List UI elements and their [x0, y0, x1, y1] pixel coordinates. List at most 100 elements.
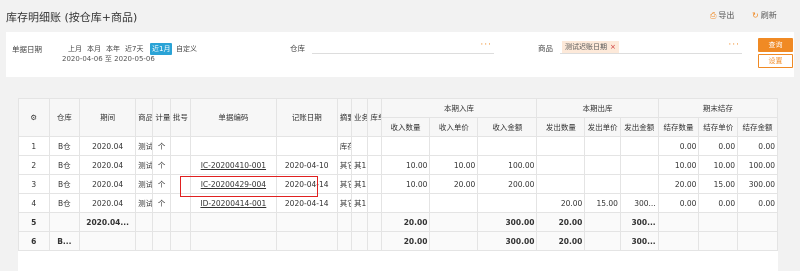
refresh-button[interactable]: ↻ 刷新	[752, 10, 777, 21]
remove-tag-icon[interactable]: ×	[610, 43, 616, 51]
quick-date-last-month[interactable]: 上月	[68, 44, 82, 54]
refresh-label: 刷新	[760, 11, 777, 20]
cell-in-qty: 10.00	[380, 155, 431, 175]
top-bar: 库存明细账 (按仓库+商品) ⎙ 导出 ↻ 刷新	[0, 0, 800, 30]
cell-warehouse: B仓	[48, 193, 81, 213]
cell-bal-amount: 100.00	[737, 155, 778, 175]
cell-warehouse: B仓	[48, 136, 81, 156]
total-row[interactable]: 6 B... 20.00 300.00 20.00 300...	[18, 231, 778, 251]
cell-product: 测试	[135, 136, 154, 156]
col-header-unit-price: 库单价	[367, 98, 382, 137]
cell-product: 测试	[135, 193, 154, 213]
row-number: 1	[18, 136, 50, 156]
cell-bal-amount: 0.00	[737, 193, 778, 213]
quick-date-7days[interactable]: 近7天	[125, 44, 143, 54]
subtotal-row[interactable]: 5 2020.04... 20.00 300.00 20.00 300...	[18, 212, 778, 232]
product-label: 商品	[538, 44, 553, 53]
cell-biz-type	[351, 136, 369, 156]
export-label: 导出	[718, 11, 735, 20]
cell-period: 2020.04	[79, 155, 137, 175]
cell-unit: 个	[152, 155, 171, 175]
product-tag[interactable]: 测试迟账日期 ×	[562, 41, 619, 53]
cell-unit-price	[367, 193, 382, 213]
settings-column-header[interactable]: ⚙	[18, 98, 50, 137]
cell-in-qty	[380, 193, 431, 213]
cell-out-amount: 300...	[619, 193, 659, 213]
product-more-icon[interactable]: ···	[728, 40, 740, 50]
row-number: 4	[18, 193, 50, 213]
table-row[interactable]: 1 B仓 2020.04 测试 个 库存 0.00 0.00 0.00	[18, 136, 778, 156]
cell-out-price	[584, 174, 621, 194]
col-header-bal-amount: 结存金额	[737, 117, 778, 137]
refresh-icon: ↻	[752, 11, 759, 20]
cell-out-price	[584, 155, 621, 175]
date-to: 2020-05-06	[114, 55, 155, 63]
row-number: 3	[18, 174, 50, 194]
col-header-batch: 批号	[169, 98, 192, 137]
col-header-product: 商品	[135, 98, 154, 137]
table-row[interactable]: 4 B仓 2020.04 测试 个 ID-20200414-001 2020-0…	[18, 193, 778, 213]
row-number: 5	[18, 212, 50, 232]
table-row[interactable]: 2 B仓 2020.04 测试 个 IC-20200410-001 2020-0…	[18, 155, 778, 175]
col-header-out-qty: 发出数量	[536, 117, 586, 137]
cell-bal-price: 0.00	[698, 193, 739, 213]
col-header-in-qty: 收入数量	[380, 117, 431, 137]
col-header-in-amount: 收入金额	[477, 117, 538, 137]
doc-code-link[interactable]: IC-20200410-001	[190, 155, 277, 175]
cell-out-qty	[536, 155, 586, 175]
cell-out-qty	[536, 174, 586, 194]
group-header-inbound: 本期入库	[380, 98, 538, 118]
quick-date-this-month[interactable]: 本月	[87, 44, 101, 54]
quick-date-custom[interactable]: 自定义	[176, 44, 197, 54]
table-row[interactable]: 3 B仓 2020.04 测试 个 IC-20200429-004 2020-0…	[18, 174, 778, 194]
col-header-bal-price: 结存单价	[698, 117, 739, 137]
cell-unit-price	[367, 136, 382, 156]
cell-bal-amount: 300.00	[737, 174, 778, 194]
cell-unit: 个	[152, 174, 171, 194]
col-header-biz-type: 业务类型	[351, 98, 369, 137]
col-header-in-price: 收入单价	[429, 117, 479, 137]
cell-warehouse: B仓	[48, 155, 81, 175]
export-icon: ⎙	[710, 11, 717, 20]
gear-icon[interactable]: ⚙	[30, 113, 37, 122]
product-field[interactable]: 测试迟账日期 × ···	[560, 40, 742, 54]
filter-panel: 单据日期 上月 本月 本年 近7天 近1月 自定义 2020-04-06 至 2…	[6, 32, 794, 77]
date-from: 2020-04-06	[62, 55, 103, 63]
highlight-box	[180, 176, 318, 197]
col-header-abstract: 摘要	[336, 98, 353, 137]
col-header-out-amount: 发出金额	[619, 117, 659, 137]
row-number: 6	[18, 231, 50, 251]
cell-out-price: 15.00	[584, 193, 621, 213]
cell-in-amount: 100.00	[477, 155, 538, 175]
cell-period: 2020.04	[79, 174, 137, 194]
cell-period	[79, 231, 137, 251]
cell-abstract: 其它	[336, 174, 353, 194]
cell-out-amount: 300...	[619, 212, 659, 232]
cell-bal-amount: 0.00	[737, 136, 778, 156]
cell-doc-code[interactable]	[190, 136, 277, 156]
col-header-unit: 计量单位	[152, 98, 171, 137]
cell-abstract: 库存	[336, 136, 353, 156]
cell-unit-price	[367, 155, 382, 175]
cell-out-qty: 20.00	[536, 212, 586, 232]
cell-period: 2020.04...	[79, 212, 137, 232]
col-header-post-date: 记账日期	[275, 98, 338, 137]
cell-product: 测试	[135, 174, 154, 194]
cell-unit-price	[367, 174, 382, 194]
export-button[interactable]: ⎙ 导出	[710, 10, 734, 21]
query-button[interactable]: 查询	[758, 38, 793, 52]
warehouse-field[interactable]: ···	[312, 40, 494, 54]
cell-out-amount	[619, 136, 659, 156]
settings-button[interactable]: 设置	[758, 54, 793, 68]
cell-out-amount: 300...	[619, 231, 659, 251]
quick-date-this-year[interactable]: 本年	[106, 44, 120, 54]
cell-in-qty: 20.00	[380, 212, 431, 232]
warehouse-label: 仓库	[290, 44, 305, 53]
warehouse-more-icon[interactable]: ···	[480, 40, 492, 50]
cell-in-amount: 200.00	[477, 174, 538, 194]
cell-warehouse	[48, 212, 81, 232]
cell-post-date: 2020-04-10	[275, 155, 338, 175]
cell-batch	[169, 155, 192, 175]
date-range[interactable]: 2020-04-06 至 2020-05-06	[62, 54, 155, 64]
cell-out-qty	[536, 136, 586, 156]
